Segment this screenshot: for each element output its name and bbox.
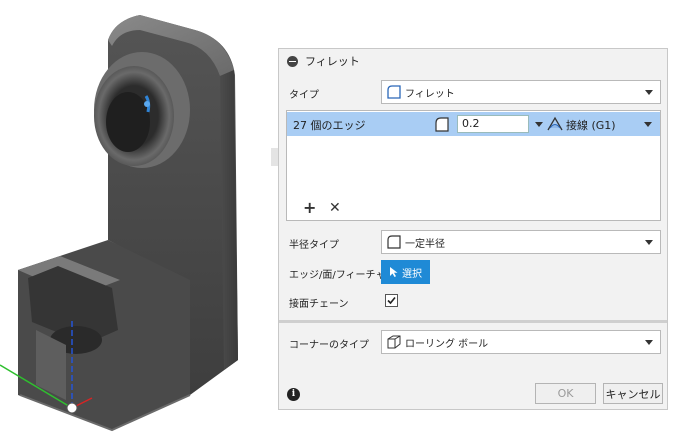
type-value: フィレット	[405, 88, 455, 100]
type-label: タイプ	[289, 90, 319, 101]
select-button-label: 選択	[402, 268, 422, 280]
rolling-ball-corner-icon	[387, 335, 401, 349]
tangent-chain-label: 接面チェーン	[289, 299, 349, 310]
edge-set-row[interactable]: 27 個のエッジ 0.2 接線 (G1)	[287, 112, 660, 136]
corner-type-dropdown[interactable]: ローリング ボール	[381, 330, 661, 354]
radius-type-value: 一定半径	[405, 238, 445, 250]
panel-resize-handle[interactable]	[271, 148, 278, 166]
corner-type-value: ローリング ボール	[405, 338, 489, 350]
section-divider	[279, 320, 667, 323]
origin-point[interactable]	[66, 402, 78, 414]
edge-count-label: 27 個のエッジ	[293, 119, 366, 132]
3d-viewport[interactable]	[0, 0, 275, 435]
dialog-title: フィレット	[305, 55, 360, 68]
x-icon[interactable]: ✕	[329, 201, 341, 215]
minus-circle-icon[interactable]	[287, 55, 298, 67]
ok-button[interactable]: OK	[535, 383, 596, 404]
fillet-dialog: フィレット タイプ フィレット 27 個のエッジ 0.2 接線 (G1) + ✕…	[278, 48, 668, 410]
model-view[interactable]	[0, 0, 275, 435]
select-button[interactable]: 選択	[381, 260, 430, 284]
edge-handle[interactable]	[144, 101, 150, 107]
cancel-button[interactable]: キャンセル	[603, 383, 663, 404]
radius-type-label: 半径タイプ	[289, 240, 339, 251]
type-dropdown[interactable]: フィレット	[381, 80, 661, 104]
fillet-radius-icon	[435, 117, 449, 132]
cursor-arrow-icon	[390, 267, 398, 277]
edge-selection-list[interactable]: 27 個のエッジ 0.2 接線 (G1) + ✕	[286, 110, 661, 221]
chevron-down-icon	[645, 339, 653, 345]
checkmark-icon	[387, 296, 396, 305]
boss-hole	[106, 92, 150, 152]
tangent-chain-checkbox[interactable]	[385, 294, 398, 307]
continuity-dropdown-icon[interactable]	[644, 122, 652, 127]
corner-type-label: コーナーのタイプ	[289, 340, 369, 351]
chevron-down-icon	[645, 89, 653, 95]
radius-input[interactable]: 0.2	[457, 115, 529, 133]
continuity-value[interactable]: 接線 (G1)	[566, 117, 616, 133]
edge-face-feature-label: エッジ/面/フィーチャ	[289, 270, 386, 281]
dialog-footer: i OK キャンセル	[279, 379, 667, 411]
radius-type-dropdown[interactable]: 一定半径	[381, 230, 661, 254]
plus-icon[interactable]: +	[303, 200, 316, 216]
tangent-icon	[547, 116, 563, 131]
dialog-header[interactable]: フィレット	[279, 49, 667, 73]
radius-dropdown-icon[interactable]	[535, 122, 543, 127]
fillet-icon	[387, 85, 401, 99]
info-icon[interactable]: i	[287, 388, 300, 401]
chevron-down-icon	[645, 239, 653, 245]
fillet-icon	[387, 235, 401, 249]
